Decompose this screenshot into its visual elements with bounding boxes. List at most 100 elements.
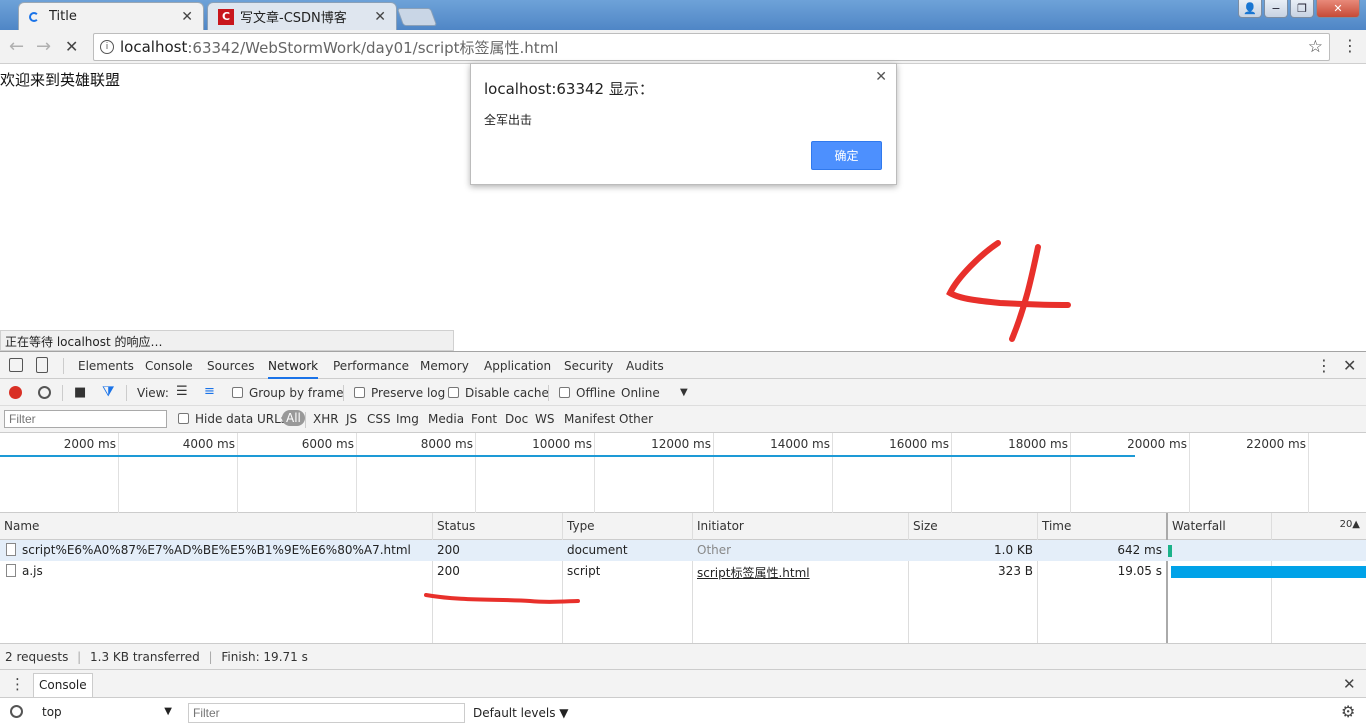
network-controls: ■ ⧩ View: ☰ ≡ Group by frame Preserve lo…: [0, 379, 1366, 406]
column-header-name[interactable]: Name: [0, 513, 432, 540]
network-filter-input[interactable]: [4, 410, 167, 428]
column-header-type[interactable]: Type: [562, 513, 692, 540]
red-underline-annotation: [424, 593, 580, 604]
tab-security[interactable]: Security: [564, 359, 613, 373]
drawer-tab-console[interactable]: Console: [33, 673, 93, 697]
filter-type-other[interactable]: Other: [619, 412, 653, 426]
file-icon: [6, 564, 16, 577]
throttle-select[interactable]: Online: [621, 386, 660, 400]
filter-type-xhr[interactable]: XHR: [313, 412, 339, 426]
filter-type-font[interactable]: Font: [471, 412, 497, 426]
new-tab-button[interactable]: [396, 8, 438, 26]
overview-icon[interactable]: ≡: [204, 384, 215, 399]
browser-menu-icon[interactable]: ⋮: [1342, 36, 1358, 55]
filter-type-all[interactable]: All: [282, 410, 305, 426]
tab-performance[interactable]: Performance: [333, 359, 409, 373]
filter-type-manifest[interactable]: Manifest: [564, 412, 615, 426]
clear-button[interactable]: [38, 386, 51, 399]
table-row[interactable]: a.js 200 script script标签属性.html 323 B 19…: [0, 561, 1366, 582]
browser-toolbar: ← → ✕ i localhost:63342/WebStormWork/day…: [0, 30, 1366, 64]
filter-type-img[interactable]: Img: [396, 412, 419, 426]
overview-tick-label: 2000 ms: [63, 437, 116, 451]
overview-gridline: [118, 433, 119, 513]
filter-type-media[interactable]: Media: [428, 412, 464, 426]
bookmark-star-icon[interactable]: ☆: [1308, 37, 1323, 57]
filter-icon[interactable]: ⧩: [102, 384, 115, 400]
devtools-close-icon[interactable]: ✕: [1343, 356, 1356, 375]
column-header-initiator[interactable]: Initiator: [692, 513, 908, 540]
filter-type-js[interactable]: JS: [346, 412, 357, 426]
overview-gridline: [237, 433, 238, 513]
alert-message: 全军出击: [484, 113, 533, 127]
csdn-logo-icon: C: [218, 8, 234, 25]
context-dropdown-icon: ▼: [164, 706, 172, 717]
window-controls: 👤 − ❐ ✕: [1238, 0, 1360, 18]
offline-checkbox[interactable]: Offline: [559, 386, 615, 400]
tab-console[interactable]: Console: [145, 359, 193, 373]
request-name: a.js: [6, 564, 426, 578]
tab-csdn-label: 写文章-CSDN博客: [240, 11, 347, 26]
tab-audits[interactable]: Audits: [626, 359, 664, 373]
network-overview[interactable]: 2000 ms 4000 ms 6000 ms 8000 ms 10000 ms…: [0, 433, 1366, 513]
request-initiator-link[interactable]: script标签属性.html: [697, 564, 810, 581]
devtools-panel: Elements Console Sources Network Perform…: [0, 351, 1366, 728]
filter-type-ws[interactable]: WS: [535, 412, 554, 426]
console-filter-input[interactable]: [188, 703, 465, 723]
tab-sources[interactable]: Sources: [207, 359, 254, 373]
devtools-menu-icon[interactable]: ⋮: [1316, 356, 1332, 375]
column-header-time[interactable]: Time: [1037, 513, 1166, 540]
tab-memory[interactable]: Memory: [420, 359, 469, 373]
default-levels-dropdown[interactable]: Default levels ▼: [473, 706, 569, 720]
request-name-label: a.js: [22, 564, 43, 578]
device-toolbar-icon[interactable]: [36, 357, 48, 373]
filter-type-css[interactable]: CSS: [367, 412, 391, 426]
back-button[interactable]: ←: [9, 36, 24, 57]
tab-network[interactable]: Network: [268, 359, 319, 379]
minimize-button[interactable]: −: [1264, 0, 1288, 18]
column-header-size[interactable]: Size: [908, 513, 1037, 540]
table-row[interactable]: script%E6%A0%87%E7%AD%BE%E5%B1%9E%E6%80%…: [0, 540, 1366, 561]
clear-console-icon[interactable]: [10, 705, 23, 718]
address-bar[interactable]: i localhost:63342/WebStormWork/day01/scr…: [93, 33, 1330, 61]
red-annotation-4: [946, 240, 1071, 342]
tab-close-icon[interactable]: ✕: [181, 9, 193, 25]
offline-label: Offline: [576, 386, 616, 400]
hide-data-urls-checkbox[interactable]: Hide data URLs: [178, 412, 287, 426]
network-filter-bar: Hide data URLs All XHR JS CSS Img Media …: [0, 406, 1366, 433]
tab-application[interactable]: Application: [484, 359, 551, 373]
summary-finish: Finish: 19.71 s: [221, 650, 308, 664]
divider: [305, 412, 306, 428]
tab-close-icon[interactable]: ✕: [374, 9, 386, 25]
tab-title[interactable]: Title ✕: [18, 2, 204, 30]
preserve-log-checkbox[interactable]: Preserve log: [354, 386, 445, 400]
overview-tick-label: 18000 ms: [1008, 437, 1068, 451]
stop-loading-button[interactable]: ✕: [65, 37, 78, 56]
drawer-close-icon[interactable]: ✕: [1343, 675, 1356, 693]
alert-ok-button[interactable]: 确定: [811, 141, 882, 170]
forward-button[interactable]: →: [36, 36, 51, 57]
throttle-dropdown-icon[interactable]: ▼: [680, 387, 688, 398]
drawer-menu-icon[interactable]: ⋮: [10, 675, 25, 693]
context-selector[interactable]: top ▼: [38, 703, 178, 723]
devtools-tabbar: Elements Console Sources Network Perform…: [0, 352, 1366, 379]
tab-csdn[interactable]: C 写文章-CSDN博客 ✕: [207, 2, 397, 30]
column-header-waterfall[interactable]: Waterfall 20▲: [1166, 513, 1366, 540]
user-icon[interactable]: 👤: [1238, 0, 1262, 18]
network-summary-bar: 2 requests | 1.3 KB transferred | Finish…: [0, 643, 1366, 670]
inspect-element-icon[interactable]: [9, 358, 23, 372]
maximize-button[interactable]: ❐: [1290, 0, 1314, 18]
column-header-status[interactable]: Status: [432, 513, 562, 540]
capture-screenshots-icon[interactable]: ■: [74, 385, 86, 400]
record-button[interactable]: [9, 386, 22, 399]
overview-timeline-bar: [0, 455, 1135, 457]
info-icon[interactable]: i: [100, 40, 114, 54]
close-window-button[interactable]: ✕: [1316, 0, 1360, 18]
request-size: 1.0 KB: [994, 543, 1033, 557]
tab-elements[interactable]: Elements: [78, 359, 134, 373]
alert-close-icon[interactable]: ✕: [875, 69, 887, 85]
console-settings-icon[interactable]: ⚙: [1341, 702, 1355, 721]
group-by-frame-checkbox[interactable]: Group by frame: [232, 386, 343, 400]
filter-type-doc[interactable]: Doc: [505, 412, 528, 426]
large-rows-icon[interactable]: ☰: [176, 384, 188, 399]
disable-cache-checkbox[interactable]: Disable cache: [448, 386, 549, 400]
